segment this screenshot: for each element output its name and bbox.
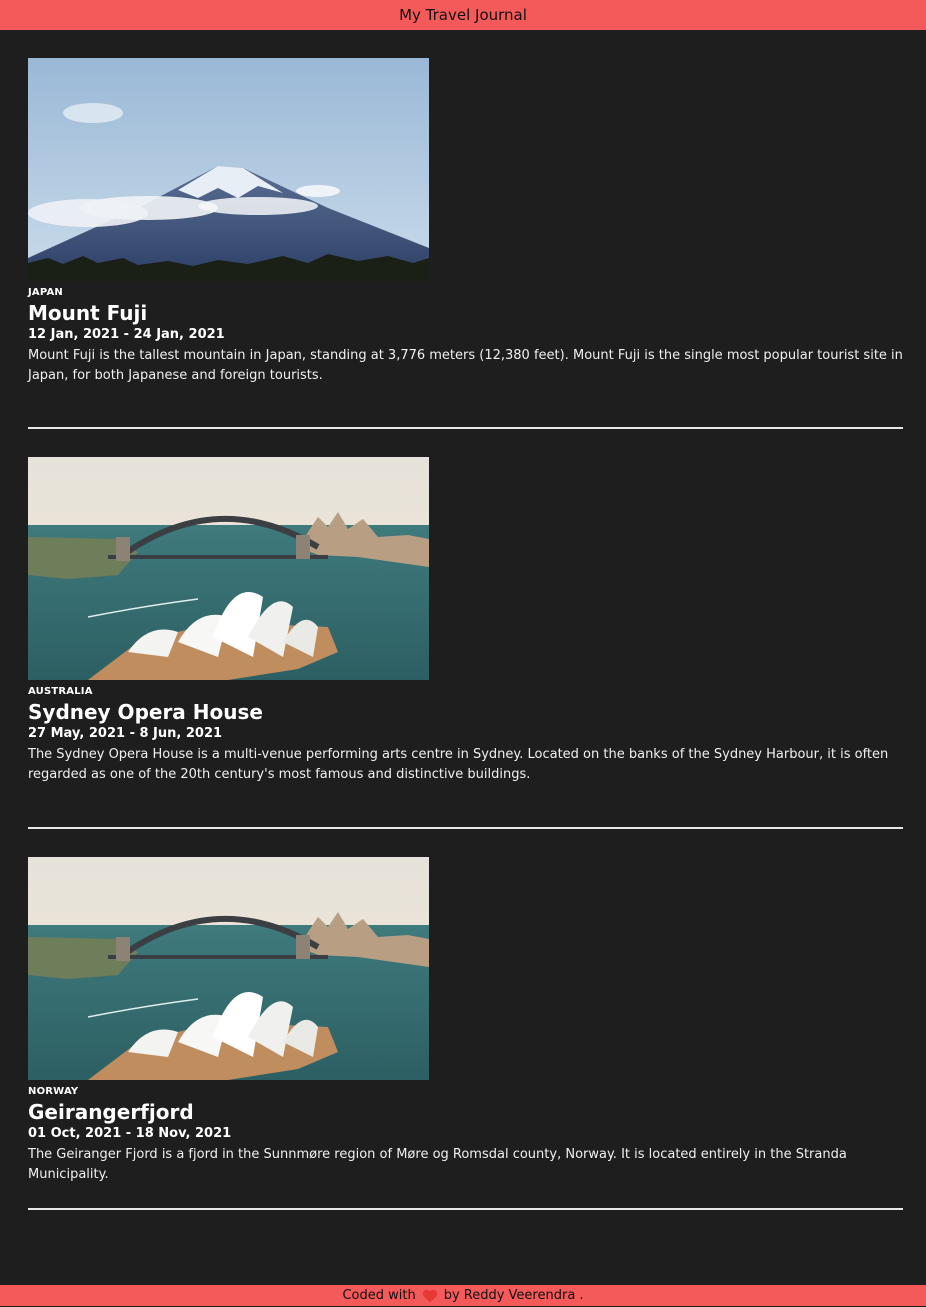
entry-photo-sydney-opera-house (28, 457, 429, 680)
entry-description: Mount Fuji is the tallest mountain in Ja… (28, 348, 903, 383)
entry-description: The Geiranger Fjord is a fjord in the Su… (28, 1147, 847, 1182)
entry-dates: 27 May, 2021 - 8 Jun, 2021 (28, 726, 223, 741)
journal-entry: AUSTRALIA Sydney Opera House 27 May, 202… (28, 457, 904, 785)
entry-country: NORWAY (28, 1086, 79, 1097)
entry-country: JAPAN (28, 287, 63, 298)
entry-divider (28, 827, 903, 829)
entry-divider (28, 1208, 903, 1210)
page-title: My Travel Journal (399, 6, 527, 24)
entry-dates: 01 Oct, 2021 - 18 Nov, 2021 (28, 1126, 232, 1141)
journal-entry: JAPAN Mount Fuji 12 Jan, 2021 - 24 Jan, … (28, 58, 904, 386)
entry-photo-mount-fuji (28, 58, 429, 281)
footer-prefix: Coded with (342, 1288, 416, 1303)
entry-dates: 12 Jan, 2021 - 24 Jan, 2021 (28, 327, 225, 342)
entry-title: Geirangerfjord (28, 1100, 194, 1124)
journal-entry: NORWAY Geirangerfjord 01 Oct, 2021 - 18 … (28, 857, 904, 1185)
page-footer: Coded with by Reddy Veerendra . (0, 1285, 926, 1306)
footer-suffix: by Reddy Veerendra . (443, 1288, 584, 1303)
app-header: My Travel Journal (0, 0, 926, 30)
entry-title: Sydney Opera House (28, 700, 263, 724)
entry-photo-geirangerfjord (28, 857, 429, 1080)
heart-icon (422, 1289, 438, 1303)
entry-country: AUSTRALIA (28, 686, 93, 697)
entry-title: Mount Fuji (28, 301, 148, 325)
entry-description: The Sydney Opera House is a multi-venue … (28, 747, 889, 782)
entry-divider (28, 427, 903, 429)
